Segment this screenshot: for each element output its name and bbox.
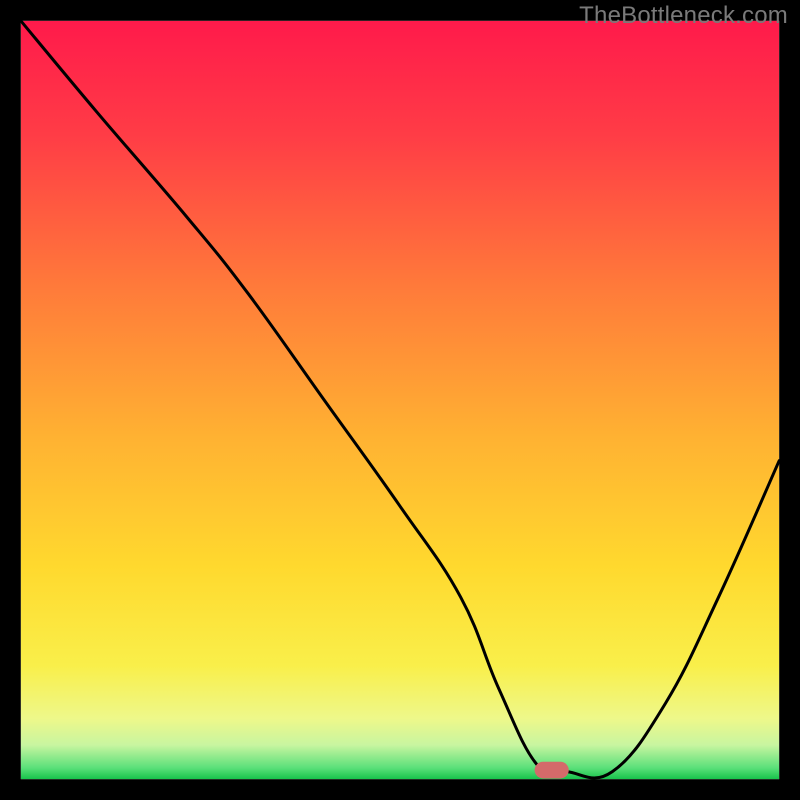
optimal-marker (535, 762, 569, 779)
frame-bottom (0, 779, 800, 800)
frame-right (779, 0, 800, 800)
watermark-text: TheBottleneck.com (579, 2, 788, 30)
plot-background (21, 21, 779, 779)
bottleneck-chart (0, 0, 800, 800)
frame-left (0, 0, 21, 800)
chart-container: TheBottleneck.com (0, 0, 800, 800)
